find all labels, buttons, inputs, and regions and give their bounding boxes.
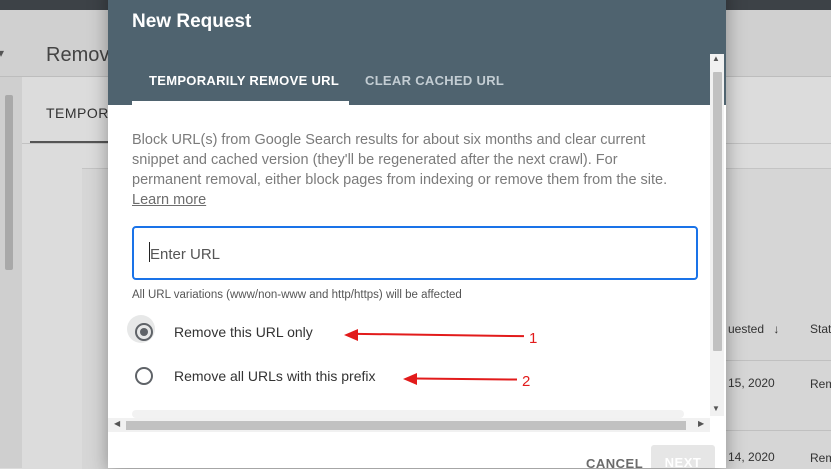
table-cell-status: Rem — [810, 377, 831, 391]
dialog-title: New Request — [132, 11, 252, 32]
page-title: Remov — [46, 44, 110, 66]
dialog-description: Block URL(s) from Google Search results … — [132, 130, 690, 210]
sort-down-arrow-icon: ↓ — [773, 322, 780, 336]
description-text: Block URL(s) from Google Search results … — [132, 132, 668, 188]
next-button[interactable]: NEXT — [651, 445, 715, 468]
url-input[interactable] — [148, 241, 672, 267]
scroll-down-icon[interactable]: ▼ — [712, 404, 720, 413]
url-input-field[interactable] — [132, 226, 698, 280]
chevron-down-icon[interactable]: ▾ — [0, 46, 4, 60]
annotation-number-1: 1 — [529, 330, 538, 347]
tab-clear-cached-url[interactable]: CLEAR CACHED URL — [365, 73, 504, 88]
learn-more-link[interactable]: Learn more — [132, 192, 206, 208]
background-tab[interactable]: TEMPOR — [46, 105, 109, 121]
radio-button[interactable] — [132, 364, 156, 388]
horizontal-scrollbar[interactable]: ◀ ▶ — [108, 418, 710, 432]
table-cell-status: Rem — [810, 451, 831, 465]
horizontal-scrollbar-thumb[interactable] — [126, 421, 686, 430]
table-cell-date: 15, 2020 — [728, 376, 775, 390]
annotation-number-2: 2 — [522, 373, 531, 390]
radio-remove-prefix[interactable]: Remove all URLs with this prefix — [132, 364, 376, 388]
vertical-scrollbar[interactable]: ▲ ▼ — [710, 54, 724, 416]
scroll-content-edge — [132, 410, 684, 418]
tab-temporarily-remove-url[interactable]: TEMPORARILY REMOVE URL — [149, 73, 339, 88]
scroll-right-icon[interactable]: ▶ — [698, 419, 704, 428]
annotation-arrow-line — [355, 332, 525, 338]
radio-checked-icon — [135, 323, 153, 341]
vertical-scrollbar-thumb[interactable] — [713, 72, 722, 351]
column-header-status[interactable]: Stat — [810, 322, 831, 336]
radio-unchecked-icon — [135, 367, 153, 385]
cancel-button[interactable]: CANCEL — [580, 455, 649, 468]
radio-label: Remove all URLs with this prefix — [174, 368, 376, 384]
annotation-arrow-line — [414, 377, 518, 381]
scroll-left-icon[interactable]: ◀ — [114, 419, 120, 428]
scroll-up-icon[interactable]: ▲ — [712, 54, 720, 63]
table-cell-date: 14, 2020 — [728, 450, 775, 464]
annotation-arrowhead-icon — [344, 329, 358, 341]
radio-remove-url-only[interactable]: Remove this URL only — [127, 315, 313, 344]
column-header-requested[interactable]: uested ↓ — [728, 322, 779, 336]
text-cursor — [149, 242, 150, 262]
column-requested-label: uested — [728, 322, 765, 336]
left-scrollbar-thumb[interactable] — [5, 95, 13, 270]
radio-button[interactable] — [127, 315, 156, 344]
new-request-dialog: New Request TEMPORARILY REMOVE URL CLEAR… — [108, 0, 726, 468]
radio-label: Remove this URL only — [174, 324, 313, 340]
active-tab-indicator — [132, 101, 349, 105]
dialog-header: New Request TEMPORARILY REMOVE URL CLEAR… — [108, 0, 726, 105]
url-helper-text: All URL variations (www/non-www and http… — [132, 289, 462, 301]
